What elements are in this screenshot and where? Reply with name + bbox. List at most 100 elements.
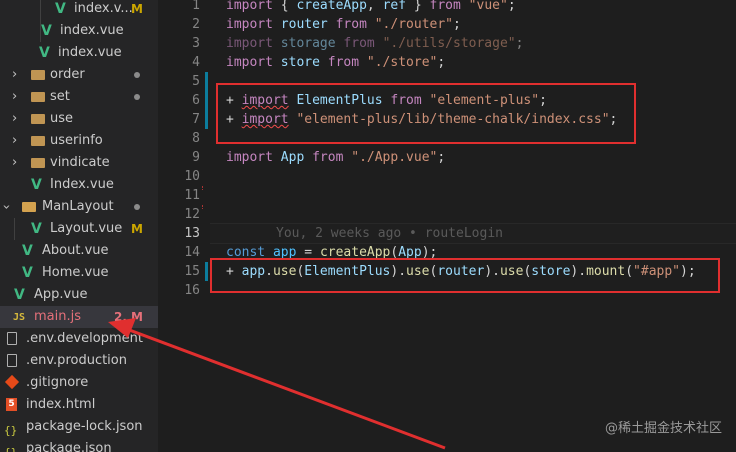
- explorer-item-label: .env.production: [26, 353, 127, 368]
- explorer-item[interactable]: V index.v... M: [0, 0, 158, 20]
- explorer-item-label: userinfo: [50, 133, 103, 148]
- punctuation: [375, 36, 383, 51]
- explorer-item-label: .env.development: [26, 331, 143, 346]
- watermark: @稀土掘金技术社区: [604, 421, 722, 436]
- vue-file-icon: V: [31, 221, 42, 237]
- explorer-item-label: index.vue: [60, 23, 124, 38]
- keyword: from: [312, 150, 344, 165]
- explorer-item-label: package.json: [26, 441, 112, 452]
- git-status-badge: 2, M: [113, 310, 143, 324]
- keyword: import: [226, 150, 273, 165]
- line-number: 1: [192, 0, 200, 13]
- line-number: 7: [192, 112, 200, 127]
- explorer-item[interactable]: V Index.vue: [0, 174, 158, 196]
- folder-icon: [31, 114, 45, 124]
- explorer-item-label: index.html: [26, 397, 96, 412]
- folder-icon: [31, 136, 45, 146]
- keyword: from: [343, 36, 375, 51]
- keyword: from: [335, 17, 367, 32]
- punctuation: ;: [437, 55, 446, 70]
- keyword: import: [226, 55, 273, 70]
- explorer-item[interactable]: .gitignore: [0, 372, 158, 394]
- chevron-right-icon[interactable]: ›: [12, 86, 17, 108]
- explorer-item-label: index.vue: [58, 45, 122, 60]
- explorer-item-label: vindicate: [50, 155, 110, 170]
- explorer-item-label: Home.vue: [42, 265, 109, 280]
- explorer-folder[interactable]: › userinfo: [0, 130, 158, 152]
- explorer-item[interactable]: .env.production: [0, 350, 158, 372]
- string: "vue": [468, 0, 508, 13]
- json-icon: {}: [4, 442, 17, 452]
- line-number: 16: [184, 283, 200, 298]
- code-line: import App from "./App.vue";: [226, 148, 445, 167]
- explorer-item-label: use: [50, 111, 74, 126]
- folder-icon: [31, 92, 45, 102]
- keyword: import: [226, 17, 273, 32]
- identifier: createApp: [296, 0, 367, 13]
- punctuation: {: [272, 0, 297, 13]
- punctuation: }: [406, 0, 430, 13]
- punctuation: [328, 17, 336, 32]
- line-number: 4: [192, 55, 200, 70]
- explorer-folder[interactable]: › ManLayout: [0, 196, 158, 218]
- punctuation: [273, 17, 281, 32]
- identifier: storage: [280, 36, 336, 51]
- explorer-item-label: package-lock.json: [26, 419, 143, 434]
- git-status-badge: M: [131, 2, 143, 16]
- explorer-item[interactable]: V index.vue: [0, 42, 158, 64]
- highlight-box-imports: [216, 83, 636, 144]
- code-editor[interactable]: 1 2 3 4 5 6 7 8 9 10 11 12 13 14 15 16 i…: [158, 0, 736, 452]
- punctuation: [461, 0, 469, 13]
- chevron-right-icon[interactable]: ›: [12, 130, 17, 152]
- explorer-item-label: ManLayout: [42, 199, 114, 214]
- explorer-folder[interactable]: › order: [0, 64, 158, 86]
- explorer-item[interactable]: V index.vue: [0, 20, 158, 42]
- punctuation: [273, 55, 281, 70]
- line-number: 12: [184, 207, 200, 222]
- git-modified-gutter-bar: [205, 262, 208, 281]
- explorer-item-active[interactable]: JS main.js 2, M: [0, 306, 158, 328]
- vue-file-icon: V: [31, 177, 42, 193]
- code-line: import router from "./router";: [226, 15, 461, 34]
- punctuation: ;: [515, 36, 524, 51]
- explorer-folder[interactable]: › vindicate: [0, 152, 158, 174]
- line-number: 15: [184, 264, 200, 279]
- identifier: ref: [382, 0, 407, 13]
- chevron-right-icon[interactable]: ›: [12, 152, 17, 174]
- punctuation: [359, 55, 367, 70]
- string: "./utils/storage": [382, 36, 516, 51]
- keyword: import: [226, 36, 273, 51]
- highlight-box-app-use: [210, 258, 720, 293]
- explorer-item[interactable]: V Home.vue: [0, 262, 158, 284]
- vue-file-icon: V: [14, 287, 25, 303]
- git-icon: [4, 374, 20, 390]
- html5-icon: 5: [6, 398, 17, 411]
- git-modified-gutter-bar: [205, 72, 208, 129]
- explorer-item[interactable]: {} package-lock.json: [0, 416, 158, 438]
- file-icon: [7, 354, 17, 367]
- vue-file-icon: V: [39, 45, 50, 61]
- punctuation: [367, 17, 375, 32]
- explorer-item[interactable]: {} package.json: [0, 438, 158, 452]
- explorer-item[interactable]: 5 index.html: [0, 394, 158, 416]
- file-explorer: V index.v... M V index.vue V index.vue ›…: [0, 0, 158, 452]
- folder-icon: [31, 70, 45, 80]
- line-number: 9: [192, 150, 200, 165]
- explorer-item[interactable]: V Layout.vue M: [0, 218, 158, 240]
- chevron-down-icon[interactable]: ›: [0, 204, 17, 209]
- explorer-folder[interactable]: › set: [0, 86, 158, 108]
- modified-dot-icon: [134, 72, 140, 78]
- explorer-item[interactable]: .env.development: [0, 328, 158, 350]
- chevron-right-icon[interactable]: ›: [12, 108, 17, 130]
- explorer-item[interactable]: V About.vue: [0, 240, 158, 262]
- folder-open-icon: [22, 202, 36, 212]
- line-number: 3: [192, 36, 200, 51]
- keyword: import: [226, 0, 273, 13]
- keyword: from: [429, 0, 461, 13]
- chevron-right-icon[interactable]: ›: [12, 64, 17, 86]
- explorer-folder[interactable]: › use: [0, 108, 158, 130]
- file-icon: [7, 332, 17, 345]
- explorer-item[interactable]: V App.vue: [0, 284, 158, 306]
- explorer-item-label: main.js: [34, 309, 81, 324]
- explorer-item-label: About.vue: [42, 243, 109, 258]
